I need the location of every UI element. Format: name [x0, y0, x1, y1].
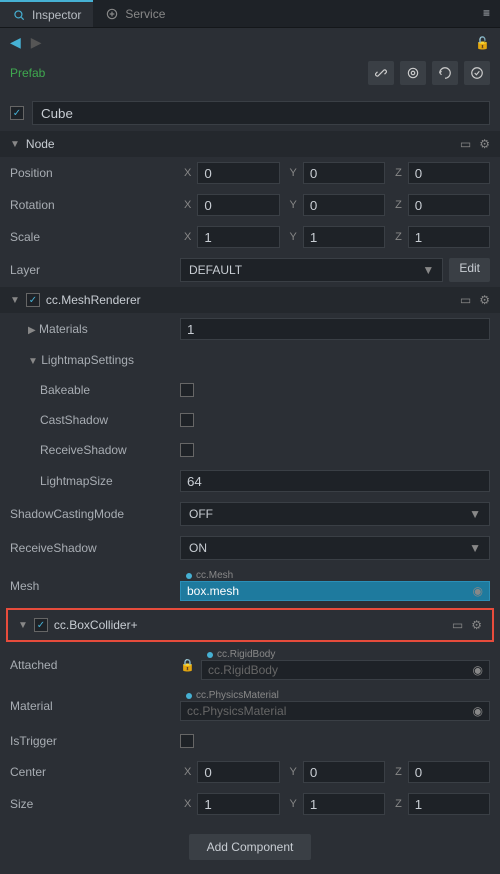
attached-type-label: cc.RigidBody — [201, 649, 490, 660]
mesh-label: Mesh — [10, 579, 180, 593]
bakeable-checkbox[interactable] — [180, 383, 194, 397]
tab-service[interactable]: Service — [93, 0, 177, 27]
shadowcasting-label: ShadowCastingMode — [10, 507, 180, 521]
rotation-label: Rotation — [10, 198, 180, 212]
receiveshadow-label: ReceiveShadow — [10, 443, 180, 457]
asset-pick-icon: ◉ — [473, 584, 483, 598]
section-title: cc.MeshRenderer — [46, 293, 141, 307]
castshadow-label: CastShadow — [10, 413, 180, 427]
caret-down-icon: ▼ — [18, 620, 28, 631]
apply-button[interactable] — [464, 61, 490, 85]
lightmapsize-label: LightmapSize — [10, 474, 180, 488]
add-component-button[interactable]: Add Component — [189, 834, 312, 860]
unlock-icon[interactable]: 🔓 — [475, 36, 490, 50]
position-label: Position — [10, 166, 180, 180]
receiveshadow-checkbox[interactable] — [180, 443, 194, 457]
material-label: Material — [10, 699, 180, 713]
node-name-input[interactable] — [32, 101, 490, 125]
material-asset-field[interactable]: cc.PhysicsMaterial◉ — [180, 701, 490, 721]
center-label: Center — [10, 765, 180, 779]
scale-y-input[interactable] — [303, 226, 385, 248]
section-title: Node — [26, 137, 55, 151]
axis-x: X — [184, 167, 191, 179]
help-icon[interactable]: ▭ — [460, 293, 471, 307]
meshrenderer-enabled-checkbox[interactable] — [26, 293, 40, 307]
scale-x-input[interactable] — [197, 226, 279, 248]
lightmap-settings-label[interactable]: ▼ LightmapSettings — [10, 353, 180, 367]
help-icon[interactable]: ▭ — [460, 137, 471, 151]
nav-back-icon[interactable]: ◀ — [10, 34, 21, 51]
size-y-input[interactable] — [303, 793, 385, 815]
receiveshadow-mode-label: ReceiveShadow — [10, 541, 180, 555]
nav-forward-icon[interactable]: ▶ — [31, 34, 42, 51]
chevron-down-icon: ▼ — [422, 263, 434, 277]
prefab-label: Prefab — [10, 66, 45, 80]
gear-icon[interactable]: ⚙ — [471, 618, 482, 632]
istrigger-label: IsTrigger — [10, 734, 180, 748]
rotation-y-input[interactable] — [303, 194, 385, 216]
center-z-input[interactable] — [408, 761, 490, 783]
axis-y: Y — [290, 167, 297, 179]
size-x-input[interactable] — [197, 793, 279, 815]
shadowcasting-dropdown[interactable]: OFF▼ — [180, 502, 490, 526]
meshrenderer-section-header[interactable]: ▼ cc.MeshRenderer ▭ ⚙ — [0, 287, 500, 313]
unlink-button[interactable] — [368, 61, 394, 85]
gear-icon[interactable]: ⚙ — [479, 293, 490, 307]
materials-count-input[interactable] — [180, 318, 490, 340]
section-title: cc.BoxCollider+ — [54, 618, 138, 632]
layer-label: Layer — [10, 263, 180, 277]
scale-z-input[interactable] — [408, 226, 490, 248]
size-z-input[interactable] — [408, 793, 490, 815]
mesh-asset-field[interactable]: box.mesh◉ — [180, 581, 490, 601]
menu-button[interactable]: ≡ — [473, 0, 500, 27]
lightmapsize-input[interactable] — [180, 470, 490, 492]
help-icon[interactable]: ▭ — [452, 618, 463, 632]
castshadow-checkbox[interactable] — [180, 413, 194, 427]
tab-label: Service — [125, 7, 165, 21]
attached-label: Attached — [10, 658, 180, 672]
layer-edit-button[interactable]: Edit — [449, 258, 490, 282]
tab-label: Inspector — [32, 8, 81, 22]
axis-z: Z — [395, 167, 402, 179]
rotation-x-input[interactable] — [197, 194, 279, 216]
caret-down-icon: ▼ — [10, 295, 20, 306]
caret-down-icon: ▼ — [10, 139, 20, 150]
service-icon — [105, 7, 119, 21]
center-x-input[interactable] — [197, 761, 279, 783]
gear-icon[interactable]: ⚙ — [479, 137, 490, 151]
materials-label[interactable]: ▶ Materials — [10, 322, 180, 336]
receiveshadow-dropdown[interactable]: ON▼ — [180, 536, 490, 560]
size-label: Size — [10, 797, 180, 811]
attached-asset-field[interactable]: cc.RigidBody◉ — [201, 660, 490, 680]
mesh-type-label: cc.Mesh — [180, 570, 490, 581]
locate-button[interactable] — [400, 61, 426, 85]
boxcollider-enabled-checkbox[interactable] — [34, 618, 48, 632]
istrigger-checkbox[interactable] — [180, 734, 194, 748]
center-y-input[interactable] — [303, 761, 385, 783]
inspector-icon — [12, 8, 26, 22]
boxcollider-section-header[interactable]: ▼ cc.BoxCollider+ ▭ ⚙ — [8, 612, 492, 638]
lock-icon: 🔒 — [180, 658, 195, 672]
node-active-checkbox[interactable] — [10, 106, 24, 120]
bakeable-label: Bakeable — [10, 383, 180, 397]
rotation-z-input[interactable] — [408, 194, 490, 216]
position-z-input[interactable] — [408, 162, 490, 184]
revert-button[interactable] — [432, 61, 458, 85]
position-x-input[interactable] — [197, 162, 279, 184]
layer-dropdown[interactable]: DEFAULT ▼ — [180, 258, 443, 282]
tab-inspector[interactable]: Inspector — [0, 0, 93, 27]
node-section-header[interactable]: ▼ Node ▭ ⚙ — [0, 131, 500, 157]
material-type-label: cc.PhysicsMaterial — [180, 690, 490, 701]
scale-label: Scale — [10, 230, 180, 244]
position-y-input[interactable] — [303, 162, 385, 184]
